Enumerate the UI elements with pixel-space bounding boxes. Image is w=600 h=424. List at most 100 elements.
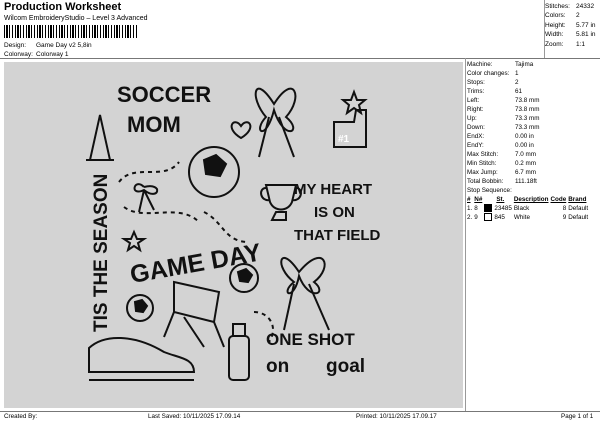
stop-num: 1. <box>467 205 473 212</box>
text-mom: MOM <box>127 112 181 137</box>
property-value: 111.18ft <box>515 178 537 185</box>
software-name: Wilcom EmbroideryStudio – Level 3 Advanc… <box>4 15 148 22</box>
stop-num: 2. <box>467 214 473 221</box>
property-row: Right: 73.8 mm <box>467 105 540 114</box>
stop-code: 8 <box>562 205 567 212</box>
col-stitches: St. <box>496 196 505 203</box>
property-value: 0.00 in <box>515 142 534 149</box>
col-description: Description <box>513 196 549 203</box>
stitch-count: 845 <box>494 214 505 221</box>
chair-icon <box>163 280 225 348</box>
width-value: 5.81 in <box>576 31 596 38</box>
text-that-field: THAT FIELD <box>294 227 381 244</box>
zoom-value: 1:1 <box>576 40 586 48</box>
property-label: Right: <box>467 106 484 113</box>
property-row: Down: 73.3 mm <box>467 123 540 132</box>
text-is-on: IS ON <box>314 204 355 221</box>
stop-stitches: 23485 <box>484 204 514 213</box>
property-label: Left: <box>467 97 480 104</box>
stitches-value: 24332 <box>576 3 595 10</box>
text-soccer: SOCCER <box>117 82 211 107</box>
height-value: 5.77 in <box>576 21 596 29</box>
last-saved: Last Saved: 10/11/2025 17.09.14 <box>148 413 241 420</box>
bow-top-ribbons <box>258 116 295 158</box>
property-value: 1 <box>515 70 519 77</box>
design-artwork: SOCCER MOM MY HEART IS ON THAT FIELD GAM… <box>86 82 381 381</box>
property-value: 73.8 mm <box>515 97 540 104</box>
stop-sequence-table: # N# St. Description Code Brand 1. 8 23485… <box>467 195 590 222</box>
colorway-label: Colorway: <box>4 51 33 58</box>
text-finger-number: #1 <box>338 134 350 145</box>
stop-sequence-title: Stop Sequence: <box>467 187 512 194</box>
property-label: Max Stitch: <box>467 151 499 158</box>
stop-row: 2. 9 845 White 9 Default <box>467 213 590 222</box>
machine-properties: Machine: Tajima Color changes: 1 Stops: 2 Trim… <box>467 60 540 186</box>
stitch-count: 23485 <box>494 205 512 212</box>
property-row: Min Stitch: 0.2 mm <box>467 159 540 168</box>
property-row: EndY: 0.00 in <box>467 141 540 150</box>
shoe-icon <box>88 337 196 373</box>
bow-small-icon <box>133 183 159 213</box>
property-row: Machine: Tajima <box>467 60 540 69</box>
colorway-value: Colorway 1 <box>36 51 69 58</box>
worksheet-title: Production Worksheet <box>4 1 122 13</box>
property-label: Min Stitch: <box>467 160 497 167</box>
property-label: Down: <box>467 124 485 131</box>
color-swatch <box>484 213 493 222</box>
height-label: Height: <box>545 21 566 29</box>
bow-big-icon <box>280 257 326 295</box>
property-value: 0.2 mm <box>515 160 536 167</box>
property-row: Left: 73.8 mm <box>467 96 540 105</box>
printed-date: Printed: 10/11/2025 17.09.17 <box>356 413 437 420</box>
page-number: Page 1 of 1 <box>561 413 594 420</box>
soccer-ball-small-patch <box>133 298 149 314</box>
summary-divider <box>544 0 545 58</box>
barcode <box>4 25 138 38</box>
width-label: Width: <box>545 31 564 38</box>
property-value: 6.7 mm <box>515 169 536 176</box>
stop-needle: 8 <box>474 205 478 212</box>
property-label: Machine: <box>467 61 493 68</box>
color-swatch <box>484 204 493 213</box>
created-by: Created By: <box>4 413 38 420</box>
property-label: EndX: <box>467 133 485 140</box>
property-row: Color changes: 1 <box>467 69 540 78</box>
text-goal: goal <box>326 356 365 377</box>
property-label: Total Bobbin: <box>467 178 504 185</box>
design-value: Game Day v2 5,8in <box>36 42 92 49</box>
text-on: on <box>266 356 289 377</box>
property-value: Tajima <box>515 61 534 68</box>
footer-divider <box>0 411 600 412</box>
colors-value: 2 <box>576 12 580 19</box>
summary-box: Stitches: 24332 Colors: 2 Height: 5.77 in W… <box>545 3 599 50</box>
heart-icon <box>230 121 252 140</box>
trophy-icon <box>264 184 298 221</box>
bow-big-ribbons <box>283 283 330 331</box>
bow-top-icon <box>254 87 297 133</box>
property-label: EndY: <box>467 142 484 149</box>
stop-brand: Default <box>568 214 589 221</box>
property-value: 7.0 mm <box>515 151 536 158</box>
property-value: 73.3 mm <box>515 124 540 131</box>
property-row: Max Jump: 6.7 mm <box>467 168 540 177</box>
property-value: 61 <box>515 88 523 95</box>
colors-label: Colors: <box>545 12 566 19</box>
bottle-cap <box>232 323 246 336</box>
stop-needle: 9 <box>474 214 478 221</box>
zoom-label: Zoom: <box>545 40 564 48</box>
property-label: Max Jump: <box>467 169 498 176</box>
stop-description: Black <box>513 205 530 212</box>
property-value: 2 <box>515 79 519 86</box>
property-row: Total Bobbin: 111.18ft <box>467 177 540 186</box>
stitches-label: Stitches: <box>545 3 570 10</box>
property-row: Stops: 2 <box>467 78 540 87</box>
property-row: Trims: 61 <box>467 87 540 96</box>
header-divider <box>0 58 600 59</box>
stop-row: 1. 8 23485 Black 8 Default <box>467 204 590 213</box>
property-label: Up: <box>467 115 477 122</box>
col-brand: Brand <box>568 196 587 203</box>
property-row: EndX: 0.00 in <box>467 132 540 141</box>
stop-stitches: 845 <box>484 213 514 222</box>
property-label: Stops: <box>467 79 485 86</box>
text-tis-the-season: TIS THE SEASON <box>91 174 112 332</box>
